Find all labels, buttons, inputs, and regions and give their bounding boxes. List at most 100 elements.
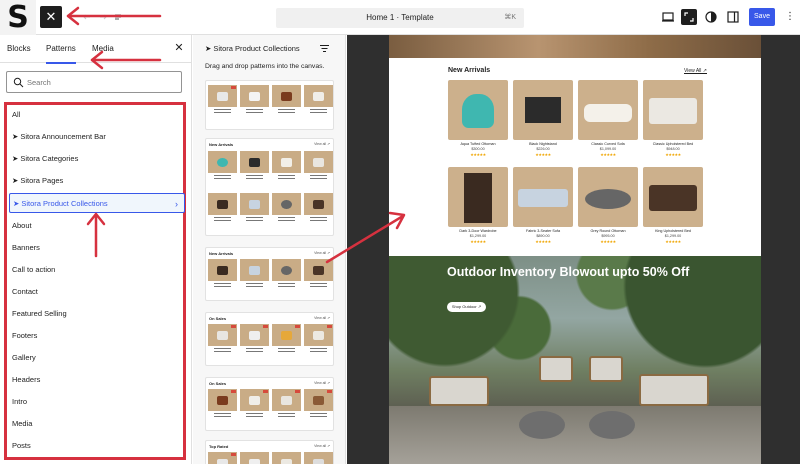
product-card[interactable]: Dark 3-Door Wardrobe $1,299.00 ★★★★★ <box>448 167 508 245</box>
product-image <box>448 167 508 227</box>
chevron-right-icon: › <box>175 199 178 209</box>
product-rating: ★★★★★ <box>535 152 551 157</box>
pattern-card-title: On Sales <box>209 316 227 321</box>
pattern-search-box[interactable] <box>6 71 182 93</box>
tab-patterns[interactable]: Patterns <box>46 35 76 64</box>
document-title-bar[interactable]: Home 1 · Template ⌘K <box>276 8 524 28</box>
product-name: Classic Curved Sofa <box>591 142 625 146</box>
category-media[interactable]: Media <box>12 414 182 434</box>
page-preview[interactable]: New Arrivals View All ↗ Aqua Tufted Otto… <box>389 35 761 464</box>
product-image <box>578 167 638 227</box>
product-image <box>643 167 703 227</box>
category-banners[interactable]: Banners <box>12 238 182 258</box>
category-all[interactable]: All <box>12 105 182 125</box>
banner-ottoman-right <box>589 411 635 439</box>
tab-blocks[interactable]: Blocks <box>7 35 31 63</box>
close-inserter-button[interactable]: ✕ <box>40 6 62 28</box>
product-image <box>643 80 703 140</box>
category-about[interactable]: About <box>12 216 182 236</box>
product-price: $1,299.00 <box>469 234 487 238</box>
product-price: $890.00 <box>536 234 550 238</box>
product-card[interactable]: Grey Round Ottoman $995.00 ★★★★★ <box>578 167 638 245</box>
product-price: $300.00 <box>471 147 485 151</box>
product-card[interactable]: Fabric 3-Seater Sofa $890.00 ★★★★★ <box>513 167 573 245</box>
pattern-card[interactable]: Top Rated View all ↗ <box>205 440 334 464</box>
category-contact[interactable]: Contact <box>12 282 182 302</box>
pattern-product-row <box>208 193 333 223</box>
shop-outdoor-button[interactable]: Shop Outdoor ↗ <box>447 302 486 312</box>
product-name: Black Nightstand <box>529 142 557 146</box>
category-gallery[interactable]: Gallery <box>12 348 182 368</box>
pattern-card[interactable]: On Sales View all ↗ <box>205 312 334 366</box>
pattern-help-text: Drag and drop patterns into the canvas. <box>205 63 325 70</box>
pattern-category-list: All ➤ Sitora Announcement Bar ➤ Sitora C… <box>4 102 186 460</box>
redo-icon[interactable] <box>98 12 108 22</box>
pattern-card[interactable] <box>205 80 334 130</box>
styles-icon[interactable] <box>703 9 719 25</box>
product-rating: ★★★★★ <box>535 239 551 244</box>
zoom-out-button[interactable] <box>681 9 697 25</box>
product-image <box>578 80 638 140</box>
pattern-category-title: ➤ Sitora Product Collections <box>205 44 300 53</box>
outdoor-banner: Outdoor Inventory Blowout upto 50% Off S… <box>389 256 761 464</box>
pattern-product-row <box>208 389 333 419</box>
editor-top-bar: S ✕ Home 1 · Template ⌘K Save ⋮ <box>0 0 800 35</box>
pattern-card-link: View all ↗ <box>314 316 330 320</box>
view-desktop-icon[interactable] <box>660 9 676 25</box>
product-image <box>448 80 508 140</box>
pattern-card-title: New Arrivals <box>209 142 234 147</box>
filter-icon[interactable] <box>319 43 330 54</box>
category-footers[interactable]: Footers <box>12 326 182 346</box>
pattern-card-title: On Sales <box>209 381 227 386</box>
category-sitora-pages[interactable]: ➤ Sitora Pages <box>12 171 182 191</box>
category-posts[interactable]: Posts <box>12 436 182 456</box>
category-featured-selling[interactable]: Featured Selling <box>12 304 182 324</box>
product-card[interactable]: Black Nightstand $226.00 ★★★★★ <box>513 80 573 158</box>
product-name: Grey Round Ottoman <box>590 229 626 233</box>
pattern-card-link: View all ↗ <box>314 142 330 146</box>
product-rating: ★★★★★ <box>600 152 616 157</box>
block-inserter-panel: Blocks Patterns Media ✕ All ➤ Sitora Ann… <box>0 35 192 464</box>
document-overview-icon[interactable] <box>113 12 123 22</box>
pattern-card-title: Top Rated <box>209 444 229 449</box>
view-all-link[interactable]: View All ↗ <box>684 68 707 74</box>
category-call-to-action[interactable]: Call to action <box>12 260 182 280</box>
hero-image-strip <box>389 35 761 58</box>
new-arrivals-heading: New Arrivals <box>448 67 491 74</box>
category-intro[interactable]: Intro <box>12 392 182 412</box>
site-logo[interactable]: S <box>0 0 36 35</box>
banner-sofa-left <box>429 376 489 406</box>
pattern-product-row <box>208 324 333 354</box>
category-headers[interactable]: Headers <box>12 370 182 390</box>
pattern-card[interactable]: New Arrivals View all ↗ <box>205 138 334 236</box>
save-button[interactable]: Save <box>749 8 775 26</box>
pattern-card-link: View all ↗ <box>314 381 330 385</box>
product-name: Fabric 3-Seater Sofa <box>525 229 561 233</box>
product-rating: ★★★★★ <box>665 152 681 157</box>
settings-sidebar-icon[interactable] <box>725 9 741 25</box>
outdoor-headline: Outdoor Inventory Blowout upto 50% Off <box>447 265 690 279</box>
tab-media[interactable]: Media <box>92 35 114 63</box>
search-input[interactable] <box>27 74 177 90</box>
pattern-card[interactable]: On Sales View all ↗ <box>205 377 334 431</box>
pattern-card[interactable]: New Arrivals View all ↗ <box>205 247 334 301</box>
category-sitora-product-collections[interactable]: ➤ Sitora Product Collections › <box>9 193 185 213</box>
product-price: $226.00 <box>536 147 550 151</box>
category-sitora-categories[interactable]: ➤ Sitora Categories <box>12 149 182 169</box>
pattern-card-link: View all ↗ <box>314 251 330 255</box>
product-card[interactable]: Aqua Tufted Ottoman $300.00 ★★★★★ <box>448 80 508 158</box>
product-card[interactable]: Classic Upholstered Bed $948.00 ★★★★★ <box>643 80 703 158</box>
undo-icon[interactable] <box>82 12 92 22</box>
close-panel-icon[interactable]: ✕ <box>172 41 186 55</box>
product-card[interactable]: King Upholstered Bed $1,299.00 ★★★★★ <box>643 167 703 245</box>
banner-patio-floor <box>389 406 761 464</box>
product-name: Classic Upholstered Bed <box>652 142 694 146</box>
category-sitora-announcement-bar[interactable]: ➤ Sitora Announcement Bar <box>12 127 182 147</box>
product-card[interactable]: Classic Curved Sofa $1,099.00 ★★★★★ <box>578 80 638 158</box>
category-label: ➤ Sitora Product Collections <box>13 199 108 208</box>
product-rating: ★★★★★ <box>665 239 681 244</box>
options-menu-button[interactable]: ⋮ <box>784 8 796 26</box>
zoom-out-icon <box>684 12 694 22</box>
editor-canvas[interactable]: New Arrivals View All ↗ Aqua Tufted Otto… <box>347 35 800 464</box>
banner-chair-right <box>589 356 623 382</box>
